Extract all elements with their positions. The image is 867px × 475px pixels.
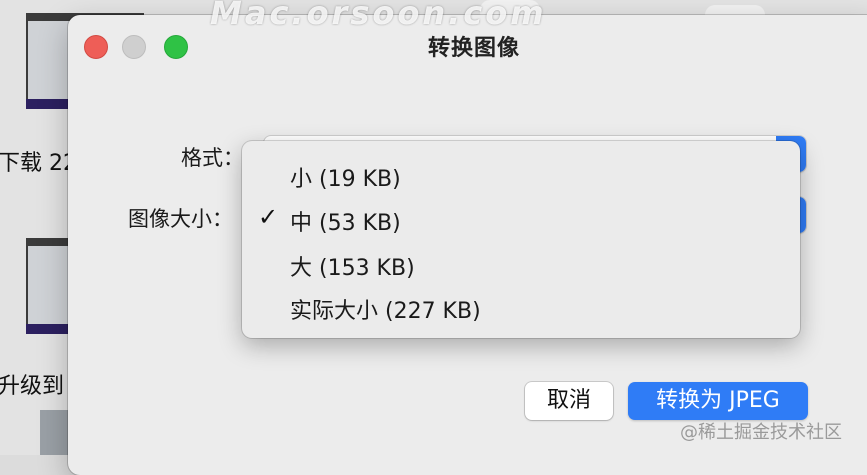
menu-item-large[interactable]: 大 (153 KB) (242, 242, 800, 286)
watermark-text: Mac.orsoon.com (210, 0, 547, 32)
menu-item-label: 实际大小 (227 KB) (290, 299, 481, 324)
menu-item-label: 小 (19 KB) (290, 167, 401, 192)
desktop-file-thumbnail[interactable] (40, 410, 70, 455)
menu-item-label: 大 (153 KB) (290, 256, 415, 281)
menu-item-actual-size[interactable]: 实际大小 (227 KB) (242, 285, 800, 329)
image-size-menu: 小 (19 KB) ✓ 中 (53 KB) 大 (153 KB) 实际大小 (2… (242, 141, 800, 338)
menu-item-medium[interactable]: ✓ 中 (53 KB) (242, 197, 800, 241)
cancel-button[interactable]: 取消 (525, 382, 613, 420)
site-watermark: @稀土掘金技术社区 (680, 422, 842, 443)
format-label: 格式： (181, 146, 244, 170)
desktop-file-label: 下载 22 (0, 151, 77, 176)
image-size-label: 图像大小： (128, 207, 233, 231)
dialog-title: 转换图像 (427, 36, 520, 61)
menu-item-small[interactable]: 小 (19 KB) (242, 153, 800, 197)
checkmark-icon: ✓ (258, 203, 279, 231)
convert-to-jpeg-button[interactable]: 转换为 JPEG (628, 382, 808, 420)
menu-item-label: 中 (53 KB) (290, 211, 401, 236)
